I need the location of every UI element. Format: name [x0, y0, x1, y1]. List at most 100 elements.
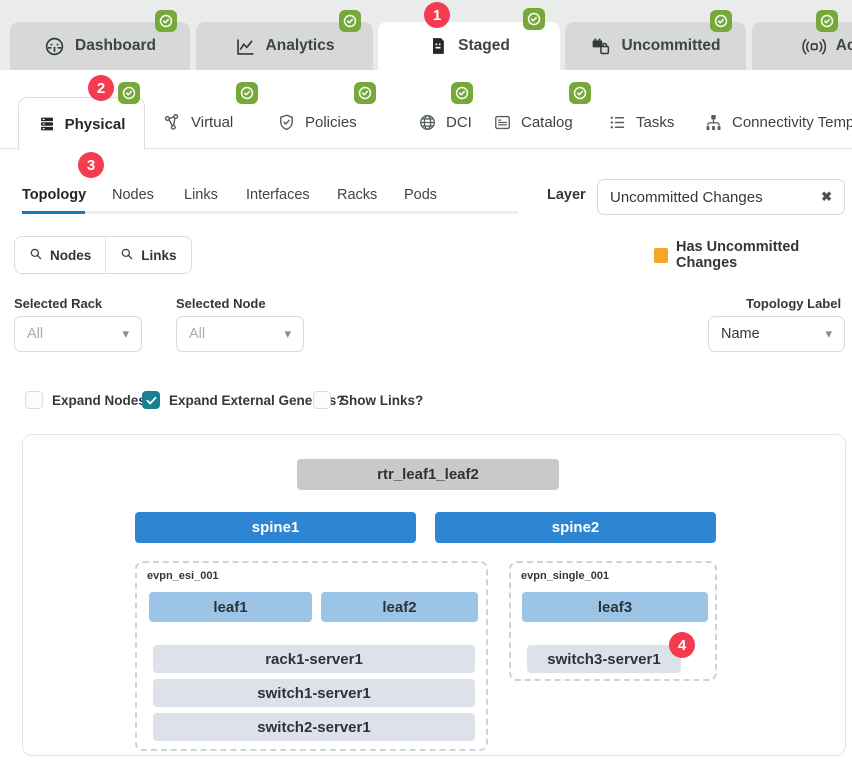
node-leaf1[interactable]: leaf1: [149, 592, 312, 622]
links-search-button[interactable]: Links: [105, 237, 190, 273]
select-value: All: [27, 326, 43, 342]
checkbox-unchecked-icon[interactable]: [313, 391, 331, 409]
node-leaf3[interactable]: leaf3: [522, 592, 708, 622]
network-nodes-icon: [163, 113, 182, 132]
committed-check-badge: [451, 82, 473, 104]
chevron-down-icon: ▾: [122, 326, 129, 342]
legend-label: Has Uncommitted Changes: [676, 239, 852, 271]
selected-node-select[interactable]: All ▾: [176, 316, 304, 352]
subtab-catalog[interactable]: Catalog: [493, 110, 573, 134]
selected-node-label: Selected Node: [176, 296, 266, 311]
topology-label-label: Topology Label: [746, 296, 841, 311]
node-external-router[interactable]: rtr_leaf1_leaf2: [297, 459, 559, 490]
committed-check-badge: [155, 10, 177, 32]
checkbox-checked-icon[interactable]: [142, 391, 160, 409]
search-icon: [120, 247, 134, 264]
viewtab-racks[interactable]: Racks: [337, 187, 377, 203]
committed-check-badge: [339, 10, 361, 32]
node-switch2-server1[interactable]: switch2-server1: [153, 713, 475, 741]
chevron-down-icon: ▾: [825, 326, 832, 342]
line-chart-icon: [235, 36, 256, 57]
viewtab-interfaces[interactable]: Interfaces: [246, 187, 310, 203]
server-rack-icon: [38, 115, 56, 133]
show-links-checkbox[interactable]: Show Links?: [313, 391, 423, 409]
subtab-dci[interactable]: DCI: [418, 110, 472, 134]
shield-check-icon: [277, 113, 296, 132]
viewtabs-active-indicator: [22, 211, 85, 214]
subtab-tasks[interactable]: Tasks: [608, 110, 674, 134]
tab-label: Analytics: [266, 37, 335, 55]
task-list-icon: [608, 113, 627, 132]
layer-label: Layer: [547, 187, 586, 203]
gauge-icon: [44, 36, 65, 57]
apstra-blueprint-window: Dashboard Analytics Staged: [0, 0, 852, 764]
step-badge-3: 3: [78, 152, 104, 178]
broadcast-icon: [802, 36, 826, 57]
topology-canvas: rtr_leaf1_leaf2 spine1 spine2 evpn_esi_0…: [22, 434, 846, 756]
subtab-label: Catalog: [521, 114, 573, 131]
tab-label: Uncommitted: [621, 37, 720, 55]
button-label: Links: [141, 248, 176, 263]
subtab-virtual[interactable]: Virtual: [163, 110, 233, 134]
subtab-connectivity-templates[interactable]: Connectivity Templates: [704, 110, 852, 134]
uncommitted-swatch-icon: [654, 248, 668, 263]
subtab-label: Tasks: [636, 114, 674, 131]
blueprint-tabbar: Dashboard Analytics Staged: [0, 0, 852, 70]
topology-label-select[interactable]: Name ▾: [708, 316, 845, 352]
expand-nodes-checkbox[interactable]: Expand Nodes?: [25, 391, 154, 409]
viewtabs-track: [22, 211, 518, 214]
node-switch3-server1[interactable]: switch3-server1: [527, 645, 681, 673]
hierarchy-icon: [704, 113, 723, 132]
subtab-label: Policies: [305, 114, 357, 131]
step-badge-1: 1: [424, 2, 450, 28]
checkbox-label: Show Links?: [340, 393, 423, 408]
search-icon: [29, 247, 43, 264]
committed-check-badge: [816, 10, 838, 32]
tab-label: Staged: [458, 37, 510, 55]
subtab-label: Connectivity Templates: [732, 114, 852, 131]
subtab-label: Virtual: [191, 114, 233, 131]
committed-check-badge: [354, 82, 376, 104]
catalog-card-icon: [493, 113, 512, 132]
physical-viewtabs: 3 Topology Nodes Links Interfaces Racks …: [0, 149, 852, 225]
node-rack1-server1[interactable]: rack1-server1: [153, 645, 475, 673]
step-badge-4: 4: [669, 632, 695, 658]
select-value: All: [189, 326, 205, 342]
chevron-down-icon: ▾: [284, 326, 291, 342]
viewtab-topology[interactable]: Topology: [22, 187, 86, 203]
subtab-label: DCI: [446, 114, 472, 131]
node-spine2[interactable]: spine2: [435, 512, 716, 543]
committed-check-badge: [523, 8, 545, 30]
staged-subnav: Physical Virtual Policies: [0, 70, 852, 149]
viewtab-links[interactable]: Links: [184, 187, 218, 203]
layer-select[interactable]: Uncommitted Changes ✖: [597, 179, 845, 215]
viewtab-nodes[interactable]: Nodes: [112, 187, 154, 203]
globe-icon: [418, 113, 437, 132]
select-value: Name: [721, 326, 760, 342]
node-leaf2[interactable]: leaf2: [321, 592, 478, 622]
node-switch1-server1[interactable]: switch1-server1: [153, 679, 475, 707]
viewtab-pods[interactable]: Pods: [404, 187, 437, 203]
rack-group-evpn-esi-001: evpn_esi_001 leaf1 leaf2 rack1-server1 s…: [135, 561, 488, 751]
step-badge-2: 2: [88, 75, 114, 101]
committed-check-badge: [236, 82, 258, 104]
selected-rack-label: Selected Rack: [14, 296, 102, 311]
selected-rack-select[interactable]: All ▾: [14, 316, 142, 352]
nodes-search-button[interactable]: Nodes: [15, 237, 105, 273]
committed-check-badge: [118, 82, 140, 104]
tab-label: Dashboard: [75, 37, 156, 55]
rack-group-label: evpn_single_001: [521, 570, 609, 582]
button-label: Nodes: [50, 248, 91, 263]
uncommitted-legend: Has Uncommitted Changes: [654, 239, 852, 271]
rack-group-evpn-single-001: evpn_single_001 leaf3 switch3-server1 4: [509, 561, 717, 681]
subtab-policies[interactable]: Policies: [277, 110, 357, 134]
checkbox-unchecked-icon[interactable]: [25, 391, 43, 409]
tab-label: Active: [836, 37, 852, 55]
committed-check-badge: [569, 82, 591, 104]
close-icon[interactable]: ✖: [821, 189, 832, 205]
node-spine1[interactable]: spine1: [135, 512, 416, 543]
document-icon: [428, 36, 448, 56]
subtab-physical[interactable]: Physical: [18, 97, 145, 150]
committed-check-badge: [710, 10, 732, 32]
subtab-label: Physical: [65, 116, 126, 133]
